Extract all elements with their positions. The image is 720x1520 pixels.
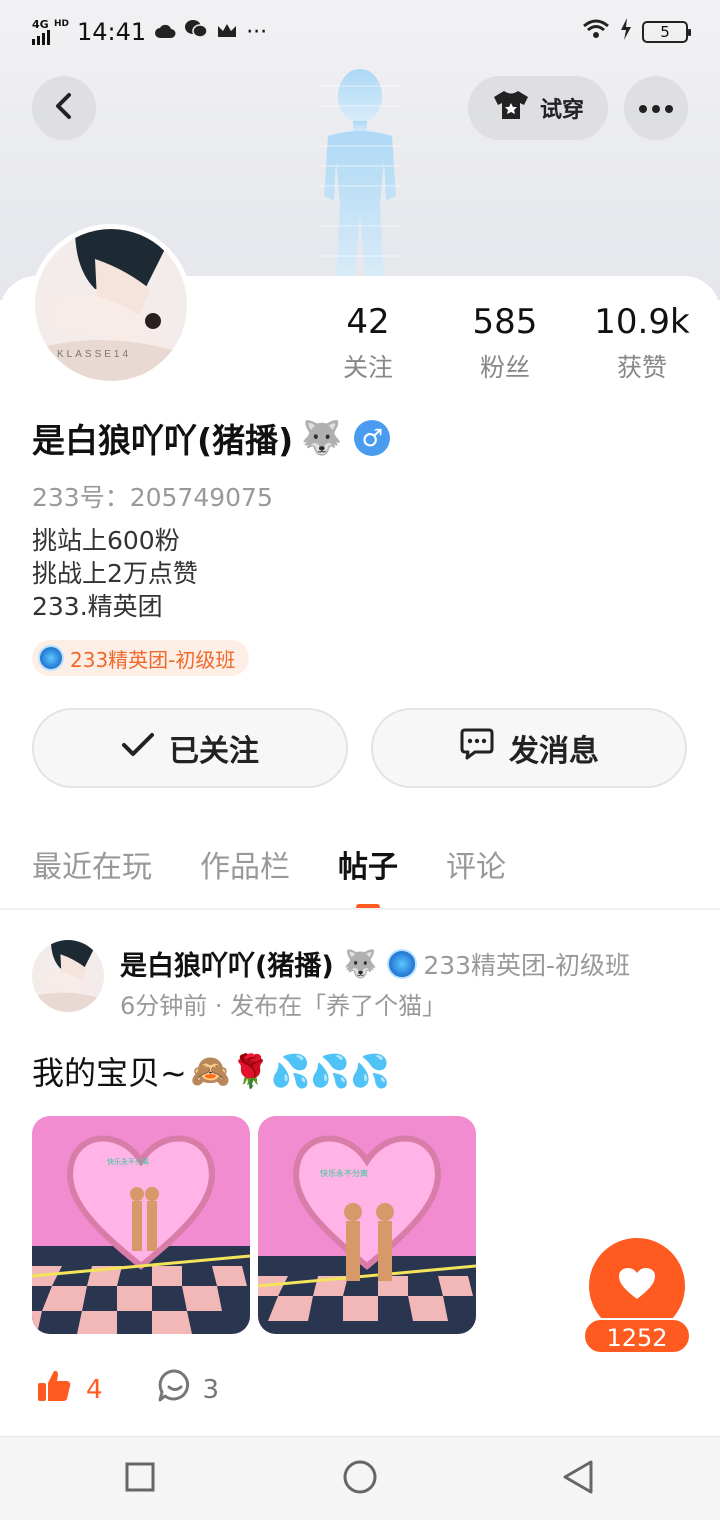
user-id: 233号：205749075 — [32, 483, 273, 512]
more-dots-icon — [638, 99, 674, 118]
like-count: 4 — [86, 1374, 103, 1405]
stat-fans-label: 粉丝 — [479, 353, 530, 382]
floating-like-count: 1252 — [583, 1318, 691, 1354]
stat-fans[interactable]: 585 粉丝 — [435, 300, 575, 384]
post-author-avatar[interactable] — [32, 940, 104, 1012]
stat-likes-value: 10.9k — [594, 302, 690, 342]
profile-name: 是白狼吖吖(猪播) 🐺 ♂ — [32, 414, 391, 462]
post-reactions: 4 3 — [36, 1368, 219, 1411]
try-on-label: 试穿 — [539, 98, 584, 123]
stat-following[interactable]: 42 关注 — [298, 300, 438, 384]
wolf-emoji: 🐺 — [301, 418, 343, 457]
system-navigation-bar — [0, 1436, 720, 1520]
svg-text:KLASSE14: KLASSE14 — [57, 349, 131, 360]
wechat-icon — [184, 19, 208, 45]
profile-avatar[interactable]: KLASSE14 — [30, 224, 192, 386]
recent-apps-button[interactable] — [120, 1459, 160, 1499]
following-label: 已关注 — [169, 734, 259, 769]
post-image[interactable]: 快乐永不分离 — [258, 1116, 476, 1334]
post-author: 是白狼吖吖(猪播) 🐺 233精英团-初级班 — [120, 944, 630, 983]
tab-posts[interactable]: 帖子 — [338, 842, 398, 910]
post-meta: 6分钟前 · 发布在「养了个猫」 — [120, 992, 447, 1020]
bio-line: 挑站上600粉 — [32, 526, 180, 555]
triangle-back-icon — [561, 1459, 595, 1499]
group-badge-label: 233精英团-初级班 — [70, 647, 236, 672]
medal-icon — [387, 948, 418, 979]
wifi-icon — [582, 19, 610, 45]
back-nav-button[interactable] — [558, 1459, 598, 1499]
status-bar: 4G HD 14:41 ··· 5 — [0, 0, 720, 64]
tab-recently-played[interactable]: 最近在玩 — [32, 842, 152, 886]
back-button[interactable] — [32, 76, 96, 140]
post-text-content: 我的宝贝~ — [32, 1054, 187, 1092]
post-author-tag-label: 233精英团-初级班 — [423, 950, 631, 980]
medal-icon — [38, 645, 64, 671]
stat-likes[interactable]: 10.9k 获赞 — [572, 300, 712, 384]
post-author-name[interactable]: 是白狼吖吖(猪播) — [120, 944, 334, 983]
group-badge[interactable]: 233精英团-初级班 — [32, 640, 250, 676]
circle-icon — [342, 1459, 378, 1499]
post-author-tag: 233精英团-初级班 — [387, 946, 630, 982]
try-on-button[interactable]: 试穿 — [468, 76, 608, 140]
clock: 14:41 — [77, 18, 147, 46]
stat-likes-label: 获赞 — [616, 353, 667, 382]
tab-divider — [0, 908, 720, 910]
signal-bars-icon — [32, 30, 50, 45]
more-options-button[interactable] — [624, 76, 688, 140]
comment-bubble-icon — [157, 1368, 193, 1411]
profile-tabs: 最近在玩 作品栏 帖子 评论 — [32, 842, 506, 910]
bio-line: 挑战上2万点赞 — [32, 559, 198, 588]
post-image[interactable]: 快乐永不分离 — [32, 1116, 250, 1334]
cloud-icon — [154, 20, 176, 45]
following-button[interactable]: 已关注 — [32, 708, 348, 788]
profile-name-text: 是白狼吖吖(猪播) — [32, 421, 294, 460]
post-image-scene: 快乐永不分离 — [32, 1116, 250, 1334]
thumbs-up-icon — [36, 1368, 72, 1411]
post-text: 我的宝贝~ 🙈🌹💦💦💦 — [32, 1048, 390, 1094]
battery-indicator: 5 — [642, 21, 691, 43]
bio-line: 233.精英团 — [32, 592, 163, 621]
crown-icon — [216, 20, 238, 45]
charging-icon — [620, 18, 632, 46]
post-image-scene: 快乐永不分离 — [258, 1116, 476, 1334]
hd-label: HD — [54, 19, 70, 29]
stat-fans-value: 585 — [472, 302, 538, 342]
post-avatar-illustration — [32, 940, 104, 1012]
signal-indicator: 4G HD — [32, 19, 69, 45]
tab-comments[interactable]: 评论 — [446, 842, 506, 886]
male-gender-icon: ♂ — [354, 420, 391, 456]
chat-bubble-icon — [459, 727, 495, 769]
stat-following-value: 42 — [346, 302, 390, 342]
chevron-left-icon — [53, 92, 75, 124]
tshirt-icon — [492, 89, 530, 127]
square-icon — [124, 1461, 156, 1497]
network-type: 4G — [32, 18, 49, 31]
checkmark-icon — [121, 731, 155, 766]
stat-following-label: 关注 — [342, 353, 393, 382]
svg-text:快乐永不分离: 快乐永不分离 — [320, 1168, 368, 1178]
post-author-emoji: 🐺 — [343, 948, 378, 980]
home-button[interactable] — [340, 1459, 380, 1499]
post-like-button[interactable]: 4 — [36, 1368, 103, 1411]
profile-bio: 挑站上600粉 挑战上2万点赞 233.精英团 — [32, 524, 198, 623]
avatar-illustration: KLASSE14 — [35, 229, 187, 381]
tab-works[interactable]: 作品栏 — [200, 842, 290, 886]
post-comment-button[interactable]: 3 — [157, 1368, 220, 1411]
more-notifications: ··· — [246, 19, 268, 45]
send-message-label: 发消息 — [509, 734, 599, 769]
post-emojis: 🙈🌹💦💦💦 — [190, 1052, 391, 1090]
avatar-3d-figure — [320, 69, 400, 281]
send-message-button[interactable]: 发消息 — [371, 708, 687, 788]
comment-count: 3 — [202, 1374, 220, 1405]
heart-icon — [618, 1267, 656, 1305]
svg-text:快乐永不分离: 快乐永不分离 — [107, 1157, 149, 1166]
